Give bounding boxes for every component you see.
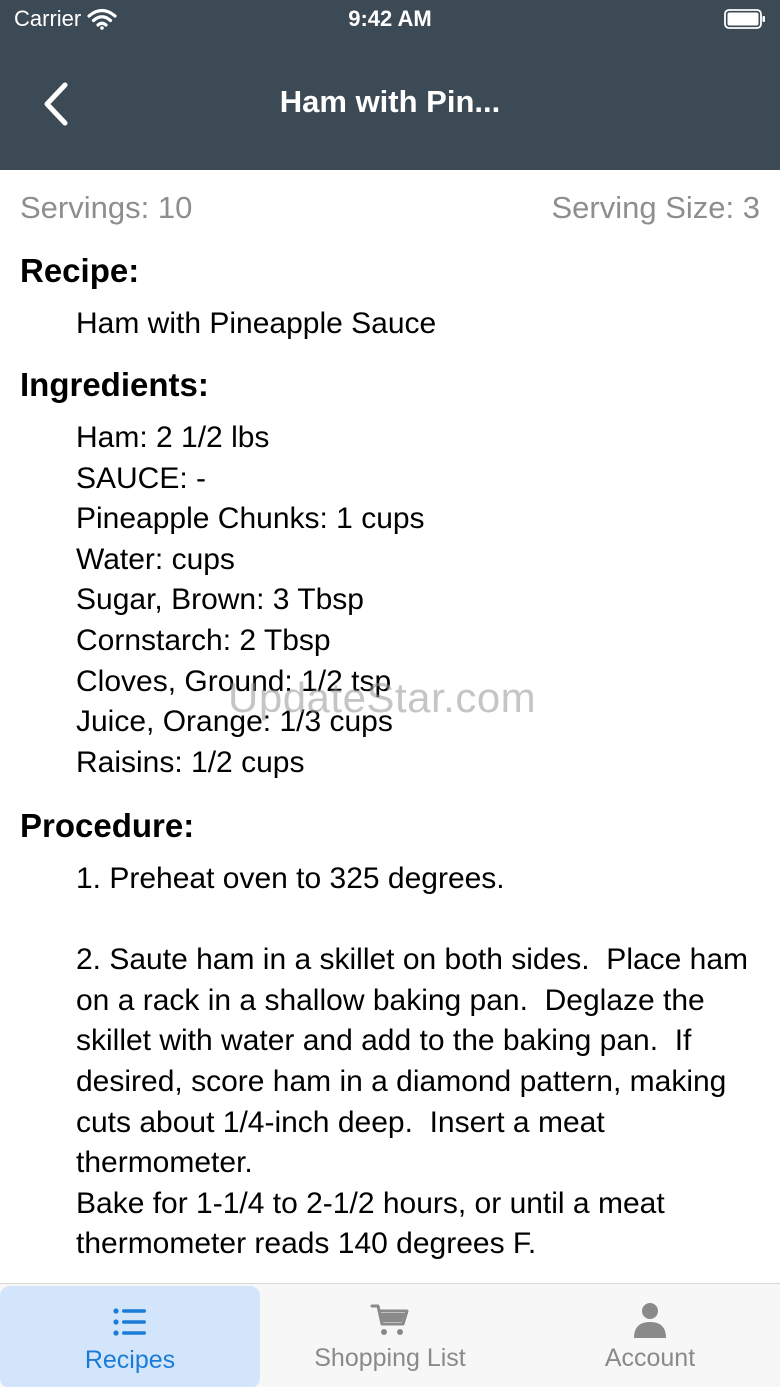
tab-label: Account: [604, 1344, 696, 1372]
ingredient-item: Water: cups: [76, 542, 235, 576]
navigation-bar: Ham with Pin...: [0, 40, 780, 170]
servings-row: Servings: 10 Serving Size: 3: [20, 190, 760, 230]
ingredient-item: Cloves, Ground: 1/2 tsp: [76, 664, 392, 698]
procedure-heading: Procedure:: [20, 807, 195, 844]
page-title: Ham with Pin...: [279, 84, 501, 119]
ingredient-item: SAUCE: -: [76, 461, 207, 495]
ingredient-item: Cornstarch: 2 Tbsp: [76, 623, 331, 657]
ingredients-list: Ham: 2 1/2 lbs SAUCE: - Pineapple Chunks…: [76, 418, 766, 783]
tab-label: Recipes: [84, 1346, 176, 1374]
tab-recipes[interactable]: Recipes: [0, 1286, 260, 1387]
servings-count: Servings: 10: [20, 190, 193, 225]
tab-account[interactable]: Account: [520, 1284, 780, 1387]
ingredient-item: Juice, Orange: 1/3 cups: [76, 705, 393, 739]
chevron-left-icon: [44, 82, 68, 126]
battery-icon: [724, 9, 765, 29]
ingredient-item: Ham: 2 1/2 lbs: [76, 421, 270, 454]
status-bar: Carrier 9:42 AM: [0, 0, 780, 40]
recipe-heading: Recipe:: [20, 252, 140, 289]
procedure-text: 1. Preheat oven to 325 degrees. 2. Saute…: [76, 862, 749, 1261]
serving-size: Serving Size: 3: [551, 190, 761, 225]
tab-bar: Recipes Shopping List Account: [0, 1283, 780, 1387]
cart-icon: [370, 1304, 409, 1335]
tab-label: Shopping List: [314, 1344, 466, 1372]
recipe-name-text: Ham with Pineapple Sauce: [76, 307, 437, 340]
tab-shopping-list[interactable]: Shopping List: [260, 1284, 520, 1387]
ingredient-item: Raisins: 1/2 cups: [76, 745, 305, 779]
back-button[interactable]: [28, 76, 84, 132]
status-time: 9:42 AM: [348, 6, 432, 31]
person-icon: [634, 1303, 666, 1338]
header: Carrier 9:42 AM Ham with Pin...: [0, 0, 780, 170]
ingredient-item: Sugar, Brown: 3 Tbsp: [76, 583, 364, 617]
recipe-content[interactable]: Servings: 10 Serving Size: 3 Recipe: Ham…: [0, 170, 780, 1283]
ingredient-item: Pineapple Chunks: 1 cups: [76, 502, 425, 536]
recipe-detail-screen: Carrier 9:42 AM Ham with Pin... Servings…: [0, 0, 780, 1387]
ingredients-heading: Ingredients:: [20, 366, 209, 403]
recipe-name: Ham with Pineapple Sauce: [76, 304, 766, 345]
list-icon: [113, 1308, 146, 1336]
